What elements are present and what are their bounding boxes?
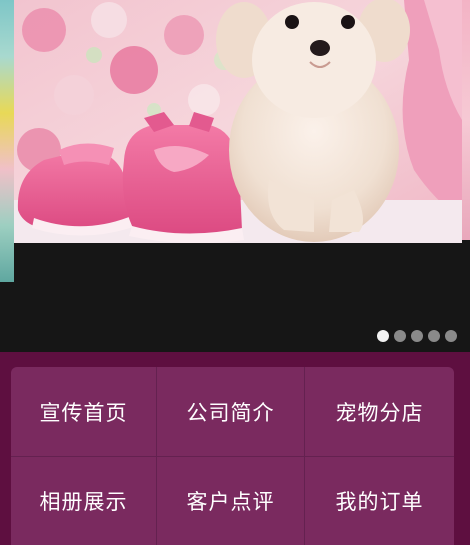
carousel-dot-4[interactable] xyxy=(428,330,440,342)
carousel-dot-2[interactable] xyxy=(394,330,406,342)
menu-item-promo-home[interactable]: 宣传首页 xyxy=(11,367,157,457)
carousel-previous-slide-edge[interactable] xyxy=(0,0,14,282)
menu-item-my-orders[interactable]: 我的订单 xyxy=(305,457,454,545)
carousel-next-slide-edge[interactable] xyxy=(462,0,470,240)
carousel-pagination-dots[interactable] xyxy=(377,330,457,342)
puppy-with-pink-shoes-photo xyxy=(14,0,462,243)
menu-item-photo-album[interactable]: 相册展示 xyxy=(11,457,157,545)
menu-item-company-intro[interactable]: 公司简介 xyxy=(157,367,305,457)
main-menu-area: 宣传首页 公司简介 宠物分店 相册展示 客户点评 我的订单 xyxy=(0,352,470,545)
carousel-dot-1[interactable] xyxy=(377,330,389,342)
carousel-current-slide[interactable] xyxy=(14,0,462,243)
carousel-dot-3[interactable] xyxy=(411,330,423,342)
main-menu-grid: 宣传首页 公司简介 宠物分店 相册展示 客户点评 我的订单 xyxy=(11,367,454,545)
carousel-dot-5[interactable] xyxy=(445,330,457,342)
image-carousel[interactable] xyxy=(0,0,470,352)
app-screen: 宣传首页 公司简介 宠物分店 相册展示 客户点评 我的订单 xyxy=(0,0,470,545)
menu-item-customer-reviews[interactable]: 客户点评 xyxy=(157,457,305,545)
menu-item-pet-branches[interactable]: 宠物分店 xyxy=(305,367,454,457)
